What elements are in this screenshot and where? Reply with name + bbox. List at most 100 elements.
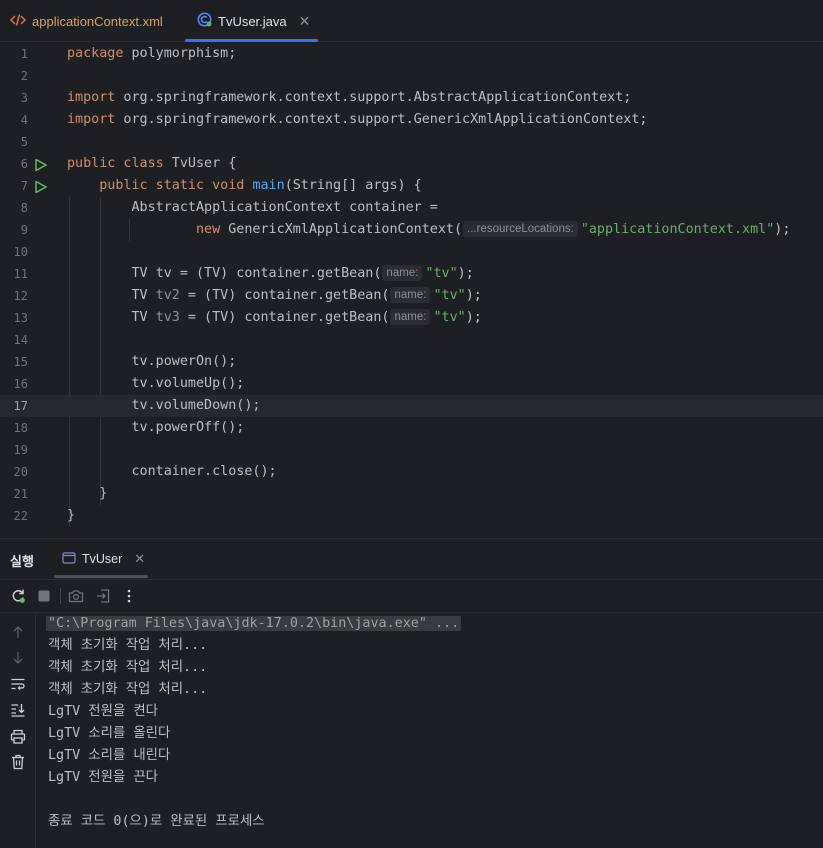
code-line[interactable]: 15 tv.powerOn(); [0, 351, 823, 373]
code-line[interactable]: 6 public class TvUser { [0, 153, 823, 175]
console-side-toolbar [0, 613, 36, 848]
console-line: LgTV 소리를 올린다 [48, 726, 171, 741]
code-token: org.springframework.context.support.Abst… [115, 90, 632, 105]
tab-label: TvUser.java [218, 13, 287, 29]
line-number: 11 [13, 267, 28, 281]
run-panel-title: 실행 [10, 554, 34, 569]
code-token: ); [457, 266, 474, 281]
run-panel-header: 실행 TvUser ✕ [0, 539, 823, 579]
run-gutter-icon[interactable] [34, 157, 48, 176]
code-token: container.close(); [131, 464, 277, 479]
close-icon[interactable]: ✕ [299, 13, 311, 30]
code-token: GenericXmlApplicationContext( [220, 222, 463, 237]
screenshot-icon[interactable] [67, 587, 85, 605]
code-line[interactable]: 14 [0, 329, 823, 351]
tab-application-context-xml[interactable]: applicationContext.xml [9, 0, 163, 42]
code-line[interactable]: 7 public static void main(String[] args)… [0, 175, 823, 197]
code-token: import [67, 112, 116, 127]
code-token: tv.volumeUp(); [131, 376, 245, 391]
line-number: 7 [20, 179, 28, 193]
code-token: ); [774, 222, 791, 237]
exit-icon[interactable] [94, 587, 112, 605]
code-token: TV [131, 266, 156, 281]
code-line[interactable]: 21 } [0, 483, 823, 505]
code-editor[interactable]: 1 package polymorphism; 2 3 import org.spr… [0, 43, 823, 535]
code-token: AbstractApplicationContext container = [131, 200, 438, 215]
code-token: TV [131, 310, 156, 325]
run-gutter-icon[interactable] [34, 179, 48, 198]
editor-tab-bar: applicationContext.xml TvUser.java ✕ [0, 0, 823, 42]
code-token: tv.volumeDown(); [131, 398, 261, 413]
active-tab-indicator [185, 39, 319, 42]
code-token: TV [131, 288, 156, 303]
code-line[interactable]: 1 package polymorphism; [0, 43, 823, 65]
close-icon[interactable]: ✕ [134, 551, 145, 567]
code-line[interactable]: 20 container.close(); [0, 461, 823, 483]
trash-icon[interactable] [9, 753, 27, 771]
code-token: new [196, 222, 221, 237]
scroll-to-end-icon[interactable] [9, 701, 27, 719]
code-line[interactable]: 10 [0, 241, 823, 263]
code-token: tv3 [155, 310, 180, 325]
code-line[interactable]: 18 tv.powerOff(); [0, 417, 823, 439]
run-config-tab[interactable]: TvUser ✕ [62, 551, 145, 567]
code-token: (String[] args) { [284, 178, 422, 193]
parameter-hint: name: [390, 309, 431, 325]
code-line[interactable]: 16 tv.volumeUp(); [0, 373, 823, 395]
code-token: public static void [99, 178, 245, 193]
print-icon[interactable] [9, 727, 27, 745]
parameter-hint: name: [382, 265, 423, 281]
console-line: LgTV 전원을 끈다 [48, 770, 158, 785]
code-line-current[interactable]: 17 tv.volumeDown(); [0, 395, 823, 417]
console-line: 객체 초기화 작업 처리... [48, 660, 208, 675]
line-number: 22 [13, 509, 28, 523]
line-number: 3 [20, 91, 28, 105]
rerun-icon[interactable] [9, 587, 27, 605]
code-line[interactable]: 11 TV tv = (TV) container.getBean(name: "… [0, 263, 823, 285]
code-token: ); [465, 288, 482, 303]
code-token: polymorphism; [123, 46, 237, 61]
code-token: "applicationContext.xml" [580, 222, 775, 237]
run-tool-window: 실행 TvUser ✕ "C:\Program Files\java\jdk-1… [0, 538, 823, 848]
line-number: 16 [13, 377, 28, 391]
up-arrow-icon[interactable] [9, 623, 27, 641]
code-line[interactable]: 22} [0, 505, 823, 527]
code-line[interactable]: 12 TV tv2 = (TV) container.getBean(name:… [0, 285, 823, 307]
code-token: tv [155, 266, 172, 281]
code-token: org.springframework.context.support.Gene… [115, 112, 648, 127]
code-line[interactable]: 9 new GenericXmlApplicationContext(...re… [0, 219, 823, 241]
code-line[interactable]: 8 AbstractApplicationContext container = [0, 197, 823, 219]
code-token: tv.powerOn(); [131, 354, 237, 369]
stop-icon[interactable] [35, 587, 53, 605]
code-line[interactable]: 3 import org.springframework.context.supp… [0, 87, 823, 109]
code-line[interactable]: 13 TV tv3 = (TV) container.getBean(name:… [0, 307, 823, 329]
line-number: 2 [20, 69, 28, 83]
code-token: "tv" [425, 266, 458, 281]
code-token: TvUser { [163, 156, 237, 171]
code-token: public class [67, 156, 164, 171]
code-token: main [252, 178, 285, 193]
line-number: 1 [20, 47, 28, 61]
line-number: 20 [13, 465, 28, 479]
code-token: } [99, 486, 108, 501]
code-line[interactable]: 5 [0, 131, 823, 153]
console-line: 객체 초기화 작업 처리... [48, 638, 208, 653]
more-icon[interactable] [120, 587, 138, 605]
line-number: 4 [20, 113, 28, 127]
code-token: = (TV) container.getBean( [171, 266, 382, 281]
parameter-hint: ...resourceLocations: [463, 221, 578, 237]
java-class-icon [197, 12, 212, 30]
code-token: "tv" [433, 310, 466, 325]
line-number: 13 [13, 311, 28, 325]
run-toolbar [0, 579, 823, 613]
code-line[interactable]: 2 [0, 65, 823, 87]
down-arrow-icon[interactable] [9, 649, 27, 667]
soft-wrap-icon[interactable] [9, 675, 27, 693]
xml-file-icon [9, 13, 27, 30]
code-line[interactable]: 4 import org.springframework.context.supp… [0, 109, 823, 131]
code-token: tv.powerOff(); [131, 420, 245, 435]
console-line: 종료 코드 0(으)로 완료된 프로세스 [48, 814, 265, 829]
code-line[interactable]: 19 [0, 439, 823, 461]
console-line: LgTV 소리를 내린다 [48, 748, 171, 763]
tab-tvuser-java[interactable]: TvUser.java ✕ [185, 0, 319, 42]
